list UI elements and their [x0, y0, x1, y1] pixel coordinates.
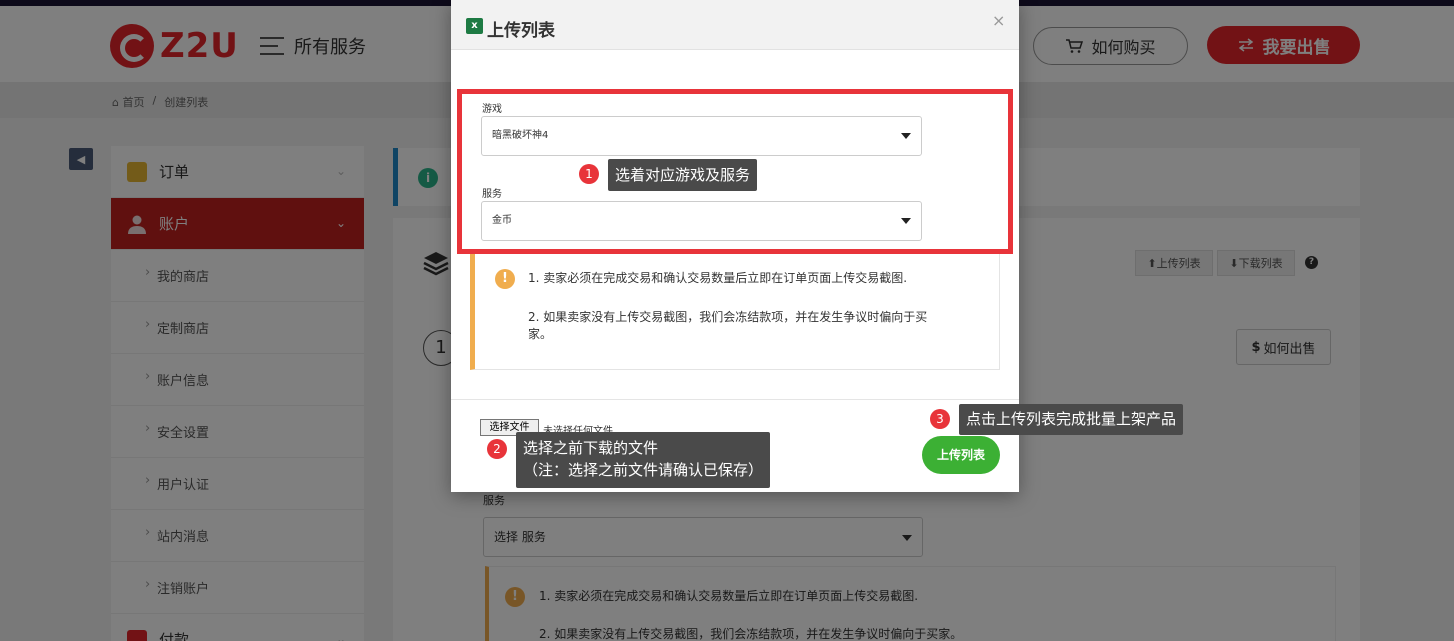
warning-icon: !: [495, 269, 515, 289]
callout-1-text: 选着对应游戏及服务: [608, 159, 758, 191]
modal-title: 上传列表: [487, 21, 555, 41]
callout-2-text: 选择之前下载的文件 （注：选择之前文件请确认已保存）: [516, 432, 771, 488]
callout-1-badge: 1: [579, 164, 599, 184]
caret-down-icon: [901, 218, 911, 224]
callout-3-text: 点击上传列表完成批量上架产品: [959, 404, 1184, 435]
caret-down-icon: [901, 133, 911, 139]
service-select[interactable]: 金币: [481, 201, 922, 241]
modal-header: x 上传列表 ×: [451, 0, 1019, 50]
notice-box: ! 1. 卖家必须在完成交易和确认交易数量后立即在订单页面上传交易截图. 2. …: [470, 254, 1000, 370]
close-icon[interactable]: ×: [992, 11, 1005, 30]
notice-line-1: 1. 卖家必须在完成交易和确认交易数量后立即在订单页面上传交易截图.: [528, 271, 908, 285]
upload-list-submit-button[interactable]: 上传列表: [922, 436, 1000, 474]
callout-2-line-2: （注：选择之前文件请确认已保存）: [523, 461, 764, 479]
service-label: 服务: [482, 189, 502, 200]
excel-icon: x: [466, 18, 483, 34]
notice-line-2b: 家。: [528, 327, 553, 341]
game-select[interactable]: 暗黑破坏神4: [481, 116, 922, 156]
callout-2-line-1: 选择之前下载的文件: [523, 439, 659, 457]
callout-3-badge: 3: [930, 409, 950, 429]
callout-2-badge: 2: [487, 439, 507, 459]
modal-divider: [451, 399, 1019, 400]
notice-line-2a: 2. 如果卖家没有上传交易截图，我们会冻结款项，并在发生争议时偏向于买: [528, 310, 928, 324]
game-label: 游戏: [482, 104, 502, 115]
